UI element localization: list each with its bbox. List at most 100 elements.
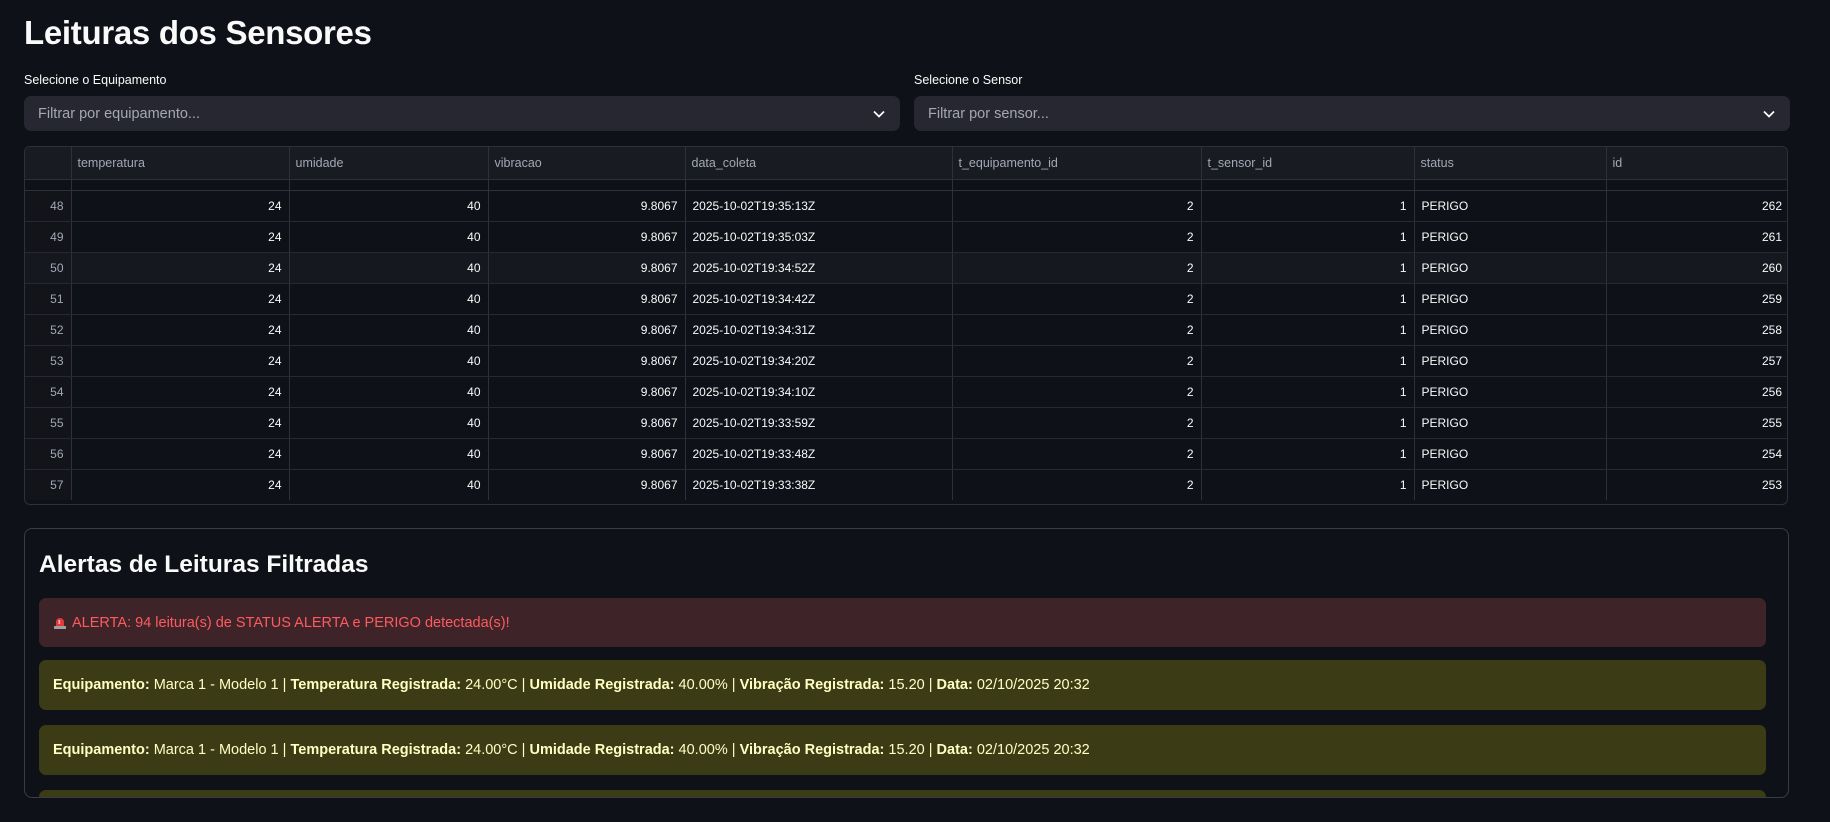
cell-status[interactable]: PERIGO: [1414, 438, 1607, 470]
cell-status[interactable]: PERIGO: [1414, 345, 1607, 377]
cell-row-index[interactable]: 54: [25, 376, 72, 408]
cell-data-coleta[interactable]: 2025-10-02T19:34:52Z: [685, 252, 953, 284]
table-row[interactable]: 52 24 40 9.8067 2025-10-02T19:34:31Z 2 1 PERIGO…: [25, 314, 1787, 346]
cell-vibracao[interactable]: 9.8067: [488, 345, 686, 377]
cell-temperatura[interactable]: 24: [71, 314, 290, 346]
cell-id[interactable]: 261: [1606, 221, 1787, 253]
cell-data-coleta[interactable]: 2025-10-02T19:35:13Z: [685, 190, 953, 222]
cell-temperatura[interactable]: 24: [71, 345, 290, 377]
cell-umidade[interactable]: 40: [289, 190, 489, 222]
cell-t-sensor-id[interactable]: 1: [1201, 376, 1415, 408]
table-row[interactable]: 55 24 40 9.8067 2025-10-02T19:33:59Z 2 1 PERIGO…: [25, 407, 1787, 439]
cell-t-equipamento-id[interactable]: 2: [952, 438, 1202, 470]
cell-row-index[interactable]: 56: [25, 438, 72, 470]
cell-temperatura[interactable]: 24: [71, 252, 290, 284]
column-header-index[interactable]: [25, 147, 72, 180]
cell-id[interactable]: 257: [1606, 345, 1787, 377]
table-row[interactable]: 53 24 40 9.8067 2025-10-02T19:34:20Z 2 1 PERIGO…: [25, 345, 1787, 377]
cell-umidade[interactable]: 40: [289, 469, 489, 500]
cell-t-sensor-id[interactable]: 1: [1201, 314, 1415, 346]
cell-vibracao[interactable]: 9.8067: [488, 283, 686, 315]
cell-row-index[interactable]: 52: [25, 314, 72, 346]
cell-temperatura[interactable]: 24: [71, 283, 290, 315]
cell-status[interactable]: PERIGO: [1414, 376, 1607, 408]
table-row[interactable]: 57 24 40 9.8067 2025-10-02T19:33:38Z 2 1 PERIGO…: [25, 469, 1787, 501]
cell-status[interactable]: PERIGO: [1414, 314, 1607, 346]
cell-umidade[interactable]: 40: [289, 345, 489, 377]
cell-data-coleta[interactable]: 2025-10-02T19:33:48Z: [685, 438, 953, 470]
cell-t-sensor-id[interactable]: 1: [1201, 345, 1415, 377]
cell-data-coleta[interactable]: 2025-10-02T19:34:42Z: [685, 283, 953, 315]
cell-vibracao[interactable]: 9.8067: [488, 469, 686, 500]
cell-t-sensor-id[interactable]: 1: [1201, 221, 1415, 253]
cell-t-equipamento-id[interactable]: 2: [952, 345, 1202, 377]
cell-data-coleta[interactable]: 2025-10-02T19:34:31Z: [685, 314, 953, 346]
cell-umidade[interactable]: 40: [289, 283, 489, 315]
cell-id[interactable]: 259: [1606, 283, 1787, 315]
cell-umidade[interactable]: 40: [289, 314, 489, 346]
column-header-umidade[interactable]: umidade: [289, 147, 489, 180]
cell-t-equipamento-id[interactable]: 2: [952, 469, 1202, 500]
cell-row-index[interactable]: 51: [25, 283, 72, 315]
column-header-t-equipamento-id[interactable]: t_equipamento_id: [952, 147, 1202, 180]
table-row[interactable]: 56 24 40 9.8067 2025-10-02T19:33:48Z 2 1 PERIGO…: [25, 438, 1787, 470]
cell-id[interactable]: 253: [1606, 470, 1787, 501]
sensor-select[interactable]: Filtrar por sensor...: [914, 96, 1790, 131]
cell-temperatura[interactable]: 24: [71, 221, 290, 253]
cell-status[interactable]: PERIGO: [1414, 407, 1607, 439]
cell-vibracao[interactable]: 9.8067: [488, 190, 686, 222]
cell-id[interactable]: 256: [1606, 376, 1787, 408]
cell-status[interactable]: PERIGO: [1414, 283, 1607, 315]
cell-status[interactable]: PERIGO: [1414, 190, 1607, 222]
cell-data-coleta[interactable]: 2025-10-02T19:33:38Z: [685, 469, 953, 500]
cell-t-equipamento-id[interactable]: 2: [952, 376, 1202, 408]
cell-temperatura[interactable]: 24: [71, 376, 290, 408]
cell-t-equipamento-id[interactable]: 2: [952, 190, 1202, 222]
cell-t-equipamento-id[interactable]: 2: [952, 407, 1202, 439]
cell-t-equipamento-id[interactable]: 2: [952, 314, 1202, 346]
cell-temperatura[interactable]: 24: [71, 407, 290, 439]
cell-row-index[interactable]: 55: [25, 407, 72, 439]
cell-umidade[interactable]: 40: [289, 438, 489, 470]
cell-t-sensor-id[interactable]: 1: [1201, 407, 1415, 439]
cell-umidade[interactable]: 40: [289, 252, 489, 284]
column-header-temperatura[interactable]: temperatura: [71, 147, 290, 180]
cell-id[interactable]: 258: [1606, 314, 1787, 346]
equipment-select[interactable]: Filtrar por equipamento...: [24, 96, 900, 131]
cell-row-index[interactable]: 50: [25, 252, 72, 284]
alerts-container[interactable]: Alertas de Leituras Filtradas ALERTA: 94…: [24, 528, 1789, 798]
cell-status[interactable]: PERIGO: [1414, 221, 1607, 253]
sensor-readings-table[interactable]: temperatura umidade vibracao data_coleta…: [24, 146, 1788, 505]
cell-temperatura[interactable]: 24: [71, 438, 290, 470]
column-header-vibracao[interactable]: vibracao: [488, 147, 686, 180]
cell-vibracao[interactable]: 9.8067: [488, 221, 686, 253]
column-header-id[interactable]: id: [1606, 147, 1787, 180]
cell-vibracao[interactable]: 9.8067: [488, 314, 686, 346]
table-row[interactable]: 49 24 40 9.8067 2025-10-02T19:35:03Z 2 1 PERIGO…: [25, 221, 1787, 253]
cell-umidade[interactable]: 40: [289, 376, 489, 408]
column-header-t-sensor-id[interactable]: t_sensor_id: [1201, 147, 1415, 180]
cell-id[interactable]: 255: [1606, 407, 1787, 439]
cell-umidade[interactable]: 40: [289, 221, 489, 253]
cell-status[interactable]: PERIGO: [1414, 252, 1607, 284]
cell-t-sensor-id[interactable]: 1: [1201, 469, 1415, 500]
cell-row-index[interactable]: 48: [25, 190, 72, 222]
cell-t-sensor-id[interactable]: 1: [1201, 283, 1415, 315]
column-header-status[interactable]: status: [1414, 147, 1607, 180]
cell-t-sensor-id[interactable]: 1: [1201, 438, 1415, 470]
cell-row-index[interactable]: 49: [25, 221, 72, 253]
cell-vibracao[interactable]: 9.8067: [488, 252, 686, 284]
cell-t-equipamento-id[interactable]: 2: [952, 221, 1202, 253]
cell-t-sensor-id[interactable]: 1: [1201, 190, 1415, 222]
column-header-data-coleta[interactable]: data_coleta: [685, 147, 953, 180]
table-row[interactable]: 48 24 40 9.8067 2025-10-02T19:35:13Z 2 1 PERIGO…: [25, 190, 1787, 222]
table-row[interactable]: 51 24 40 9.8067 2025-10-02T19:34:42Z 2 1 PERIGO…: [25, 283, 1787, 315]
cell-temperatura[interactable]: 24: [71, 190, 290, 222]
cell-row-index[interactable]: 57: [25, 469, 72, 500]
cell-status[interactable]: PERIGO: [1414, 469, 1607, 500]
table-row[interactable]: 54 24 40 9.8067 2025-10-02T19:34:10Z 2 1 PERIGO…: [25, 376, 1787, 408]
cell-t-equipamento-id[interactable]: 2: [952, 252, 1202, 284]
cell-umidade[interactable]: 40: [289, 407, 489, 439]
table-row[interactable]: 50 24 40 9.8067 2025-10-02T19:34:52Z 2 1 PERIGO…: [25, 252, 1787, 284]
cell-t-equipamento-id[interactable]: 2: [952, 283, 1202, 315]
